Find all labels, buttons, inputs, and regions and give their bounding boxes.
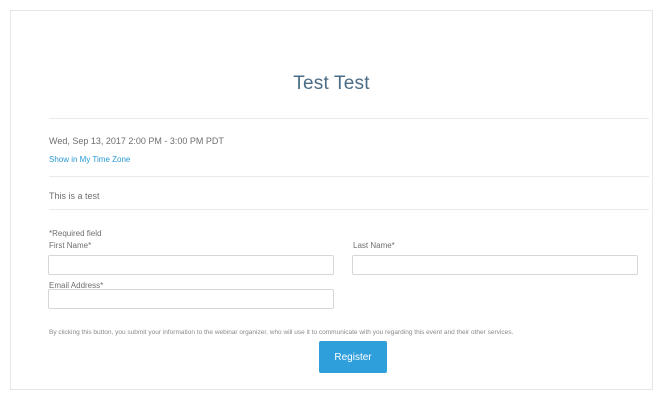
divider [49, 176, 649, 177]
register-button[interactable]: Register [319, 341, 387, 373]
divider [49, 209, 649, 210]
show-in-my-time-zone-link[interactable]: Show in My Time Zone [49, 155, 130, 164]
last-name-label: Last Name* [353, 241, 395, 250]
event-datetime: Wed, Sep 13, 2017 2:00 PM - 3:00 PM PDT [49, 136, 224, 146]
registration-card: Test Test Wed, Sep 13, 2017 2:00 PM - 3:… [10, 10, 653, 390]
last-name-field[interactable] [352, 255, 638, 275]
event-title: Test Test [293, 73, 370, 94]
divider [49, 118, 649, 119]
event-description: This is a test [49, 191, 100, 201]
first-name-label: First Name* [49, 241, 92, 250]
first-name-field[interactable] [48, 255, 334, 275]
email-address-field[interactable] [48, 289, 334, 309]
consent-text: By clicking this button, you submit your… [49, 329, 514, 336]
required-field-note: *Required field [49, 229, 102, 238]
